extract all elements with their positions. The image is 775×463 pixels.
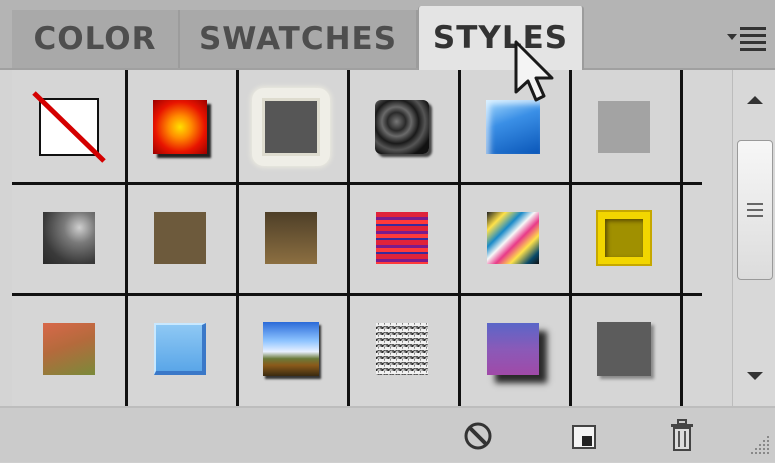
scroll-thumb[interactable] [737,140,773,280]
clear-style-button[interactable] [460,418,496,454]
tab-styles[interactable]: STYLES [418,6,584,70]
swatch-preview [597,322,651,376]
new-style-button[interactable] [567,418,603,454]
resize-grip-icon [751,436,769,454]
trash-icon [671,419,693,451]
vertical-scrollbar[interactable] [732,70,775,406]
tab-color[interactable]: COLOR [12,10,180,68]
style-swatch-red-glow[interactable] [127,74,233,180]
style-swatch-gray-outer-glow[interactable] [238,74,344,180]
style-swatch-noise-texture[interactable] [349,296,455,402]
swatch-preview [487,323,539,375]
swatch-preview [154,323,206,375]
scroll-down-button[interactable] [733,346,775,406]
tab-bar: COLOR SWATCHES STYLES [0,0,775,70]
style-swatch-blue-glass[interactable] [460,74,566,180]
arrow-down-icon [746,372,763,380]
panel-menu-button[interactable] [725,22,769,56]
style-swatch-gold-bevel[interactable] [571,185,677,291]
swatch-preview [43,212,95,264]
style-swatch-brown-gradient[interactable] [238,185,344,291]
tab-swatches[interactable]: SWATCHES [180,10,418,68]
style-swatch-dark-gray-shadow[interactable] [571,296,677,402]
resize-grip[interactable] [741,432,771,458]
clear-style-icon [464,422,492,450]
styles-grid [12,70,702,406]
style-swatch-dark-smoke[interactable] [16,185,122,291]
new-item-icon [572,425,596,449]
scroll-up-button[interactable] [733,70,775,130]
styles-grid-area [12,70,732,406]
swatch-preview [375,100,429,154]
delete-style-button[interactable] [664,418,700,454]
panel-footer [0,406,775,462]
swatch-preview [598,212,650,264]
grid-line [680,70,683,406]
swatch-preview [43,323,95,375]
style-swatch-light-blue-bevel[interactable] [127,296,233,402]
swatch-preview [486,100,540,154]
swatch-preview [153,100,207,154]
grip-lines-icon [747,203,763,217]
no-style-icon [32,91,106,163]
style-swatch-no-style[interactable] [16,74,122,180]
swatch-preview [376,323,428,375]
panel-menu-icon [727,27,766,51]
style-swatch-dark-rings[interactable] [349,74,455,180]
styles-panel: COLOR SWATCHES STYLES [0,0,775,462]
swatch-preview [262,98,320,156]
style-swatch-multicolor-swirl[interactable] [460,185,566,291]
style-swatch-sunset-gradient[interactable] [16,296,122,402]
arrow-up-icon [746,96,763,104]
style-swatch-flat-gray[interactable] [571,74,677,180]
style-swatch-red-stripes[interactable] [349,185,455,291]
swatch-preview [263,322,319,376]
style-swatch-sky-landscape[interactable] [238,296,344,402]
swatch-preview [154,212,206,264]
swatch-preview [376,212,428,264]
swatch-glow [252,88,330,166]
style-swatch-purple-drop-shadow[interactable] [460,296,566,402]
swatch-preview [265,212,317,264]
style-swatch-olive-flat[interactable] [127,185,233,291]
swatch-preview [598,101,650,153]
swatch-preview [487,212,539,264]
